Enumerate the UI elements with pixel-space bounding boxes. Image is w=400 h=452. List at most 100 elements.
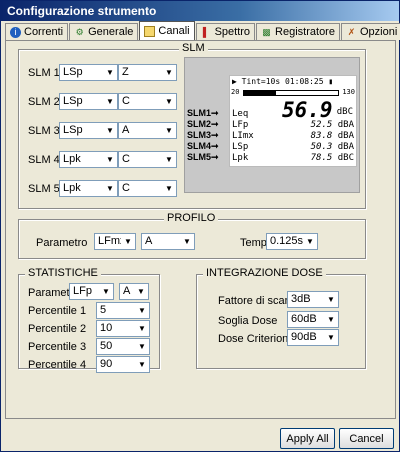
chevron-down-icon: ▼ xyxy=(121,234,135,249)
tab-label: Correnti xyxy=(24,26,64,38)
slm2-weight-select[interactable]: C ▼ xyxy=(118,93,177,110)
dose-fattore-select[interactable]: 3dB ▼ xyxy=(287,291,339,308)
tab-opzioni[interactable]: ✗ Opzioni xyxy=(340,23,400,40)
chevron-down-icon: ▼ xyxy=(162,123,176,138)
chevron-down-icon: ▼ xyxy=(103,152,117,167)
slm3-label: SLM 3 xyxy=(28,125,60,137)
slm1-weight-select[interactable]: Z ▼ xyxy=(118,64,177,81)
profilo-weight-select[interactable]: A ▼ xyxy=(141,233,195,250)
window-title: Configurazione strumento xyxy=(7,4,157,18)
battery-icon: ▮ xyxy=(328,77,334,86)
dose-criterion-label: Dose Criterion xyxy=(218,333,289,345)
profilo-param-select[interactable]: LFmx ▼ xyxy=(94,233,136,250)
chevron-down-icon: ▼ xyxy=(135,357,149,372)
percentile-3-select[interactable]: 50 ▼ xyxy=(96,338,150,355)
lcd-scale-min: 20 xyxy=(231,88,240,96)
config-window: Configurazione strumento i Correnti ⚙ Ge… xyxy=(0,0,400,452)
percentile-2-select[interactable]: 10 ▼ xyxy=(96,320,150,337)
lcd-tag-slm3: SLM3➞ xyxy=(187,130,219,140)
percentile-4-label: Percentile 4 xyxy=(28,359,87,371)
lcd-row-3: LImx 83.8 dBA xyxy=(232,131,354,141)
title-bar: Configurazione strumento xyxy=(1,1,399,21)
lcd-scale-max: 130 xyxy=(342,88,355,96)
slm5-weight-select[interactable]: C ▼ xyxy=(118,180,177,197)
arrow-right-icon: ➞ xyxy=(211,119,219,129)
lcd-row-4: LSp 50.3 dBA xyxy=(232,142,354,152)
tab-label: Generale xyxy=(88,26,134,38)
slm4-weight-select[interactable]: C ▼ xyxy=(118,151,177,168)
chevron-down-icon: ▼ xyxy=(180,234,194,249)
lcd-tag-slm5: SLM5➞ xyxy=(187,152,219,162)
profilo-tempo-select[interactable]: 0.125s ▼ xyxy=(266,233,318,250)
slm4-label: SLM 4 xyxy=(28,154,60,166)
percentile-1-select[interactable]: 5 ▼ xyxy=(96,302,150,319)
cancel-button[interactable]: Cancel xyxy=(339,428,394,449)
arrow-right-icon: ➞ xyxy=(211,152,219,162)
chevron-down-icon: ▼ xyxy=(135,339,149,354)
slm3-param-select[interactable]: LSp ▼ xyxy=(59,122,118,139)
chevron-down-icon: ▼ xyxy=(162,152,176,167)
slm1-param-select[interactable]: LSp ▼ xyxy=(59,64,118,81)
lcd-row-param: Leq xyxy=(232,109,249,119)
play-icon: ▶ xyxy=(232,77,237,86)
chevron-down-icon: ▼ xyxy=(324,292,338,307)
chevron-down-icon: ▼ xyxy=(135,303,149,318)
percentile-3-label: Percentile 3 xyxy=(28,341,87,353)
tab-generale[interactable]: ⚙ Generale xyxy=(69,23,139,40)
tab-strip: i Correnti ⚙ Generale Canali ▌ Spettro ▩… xyxy=(5,21,400,41)
tab-label: Registratore xyxy=(275,26,335,38)
percentile-4-select[interactable]: 90 ▼ xyxy=(96,356,150,373)
apply-all-label: Apply All xyxy=(286,432,329,445)
profilo-param-label: Parametro xyxy=(36,237,88,249)
slm1-label: SLM 1 xyxy=(28,67,60,79)
slm4-param-select[interactable]: Lpk ▼ xyxy=(59,151,118,168)
dose-soglia-select[interactable]: 60dB ▼ xyxy=(287,311,339,328)
lcd-display: ▶ Tint=10s 01:08:25 ▮ 20 130 56.9 dBC Le… xyxy=(184,57,360,193)
slm3-weight-select[interactable]: A ▼ xyxy=(118,122,177,139)
canali-icon xyxy=(144,25,156,37)
slm-group-title: SLM xyxy=(179,42,208,54)
lcd-scale: 20 130 xyxy=(231,88,355,98)
arrow-right-icon: ➞ xyxy=(211,130,219,140)
chevron-down-icon: ▼ xyxy=(324,330,338,345)
chevron-down-icon: ▼ xyxy=(162,65,176,80)
chevron-down-icon: ▼ xyxy=(103,94,117,109)
canali-panel: SLM SLM 1 LSp ▼ Z ▼ SLM 2 LSp ▼ C ▼ SLM 3 LS… xyxy=(5,40,396,419)
info-icon: i xyxy=(10,26,21,38)
tab-canali[interactable]: Canali xyxy=(139,21,195,40)
lcd-row-value: 78.5 xyxy=(310,153,333,163)
chevron-down-icon: ▼ xyxy=(162,181,176,196)
statistiche-param-select[interactable]: LFp ▼ xyxy=(69,283,114,300)
tab-registratore[interactable]: ▩ Registratore xyxy=(256,23,340,40)
arrow-right-icon: ➞ xyxy=(211,141,219,151)
chevron-down-icon: ▼ xyxy=(324,312,338,327)
lcd-row-2: LFp 52.5 dBA xyxy=(232,120,354,130)
slm2-label: SLM 2 xyxy=(28,96,60,108)
slm5-label: SLM 5 xyxy=(28,183,60,195)
slm5-param-select[interactable]: Lpk ▼ xyxy=(59,180,118,197)
tab-spettro[interactable]: ▌ Spettro xyxy=(195,23,256,40)
lcd-status-text: Tint=10s 01:08:25 xyxy=(241,77,324,86)
tab-correnti[interactable]: i Correnti xyxy=(5,23,69,40)
dose-criterion-select[interactable]: 90dB ▼ xyxy=(287,329,339,346)
chevron-down-icon: ▼ xyxy=(134,284,148,299)
chevron-down-icon: ▼ xyxy=(303,234,317,249)
statistiche-weight-select[interactable]: A ▼ xyxy=(119,283,149,300)
arrow-right-icon: ➞ xyxy=(211,108,219,118)
chevron-down-icon: ▼ xyxy=(135,321,149,336)
lcd-row-value: 83.8 xyxy=(310,131,333,141)
tab-label: Opzioni xyxy=(359,26,398,38)
chevron-down-icon: ▼ xyxy=(103,181,117,196)
lcd-row-param: Lpk xyxy=(232,153,249,163)
lcd-row-1: Leq xyxy=(232,109,354,119)
percentile-1-label: Percentile 1 xyxy=(28,305,87,317)
registratore-icon: ▩ xyxy=(262,26,271,37)
lcd-row-5: Lpk 78.5 dBC xyxy=(232,153,354,163)
slm2-param-select[interactable]: LSp ▼ xyxy=(59,93,118,110)
chevron-down-icon: ▼ xyxy=(103,65,117,80)
lcd-status-line: ▶ Tint=10s 01:08:25 ▮ xyxy=(232,77,354,87)
profilo-group-title: PROFILO xyxy=(164,212,219,224)
lcd-row-unit: dBC xyxy=(337,153,354,163)
apply-all-button[interactable]: Apply All xyxy=(280,428,335,449)
lcd-row-param: LImx xyxy=(232,131,254,141)
